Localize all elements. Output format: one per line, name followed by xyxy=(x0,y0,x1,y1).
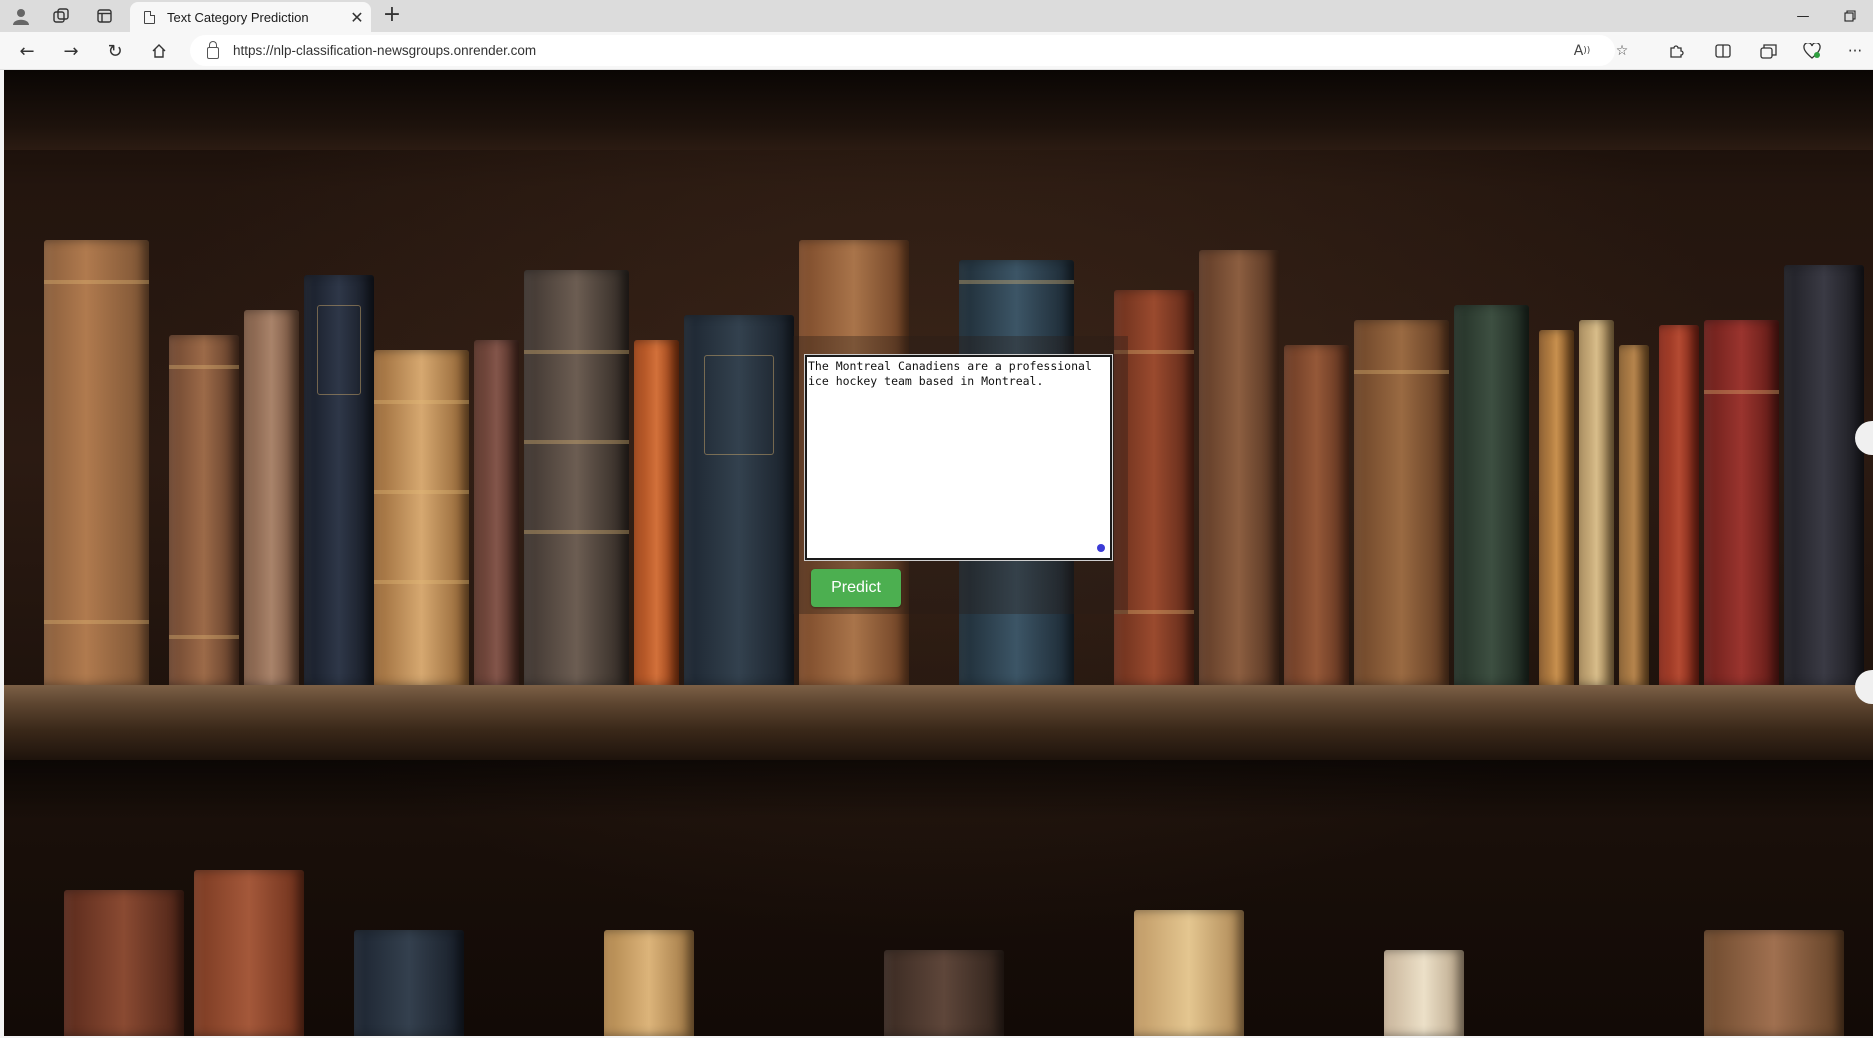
refresh-icon[interactable]: ↻ xyxy=(99,36,131,66)
home-icon[interactable] xyxy=(143,36,175,66)
star-icon[interactable]: ☆ xyxy=(1607,35,1637,66)
address-bar[interactable]: https://nlp-classification-newsgroups.on… xyxy=(190,35,1615,66)
heart-pulse-icon[interactable] xyxy=(1795,36,1829,66)
restore-icon[interactable] xyxy=(1827,0,1873,32)
tab-title: Text Category Prediction xyxy=(167,9,309,25)
predict-button[interactable]: Predict xyxy=(811,569,901,607)
back-arrow-icon[interactable]: ← xyxy=(11,36,43,66)
text-input[interactable] xyxy=(804,354,1113,561)
close-icon[interactable]: ✕ xyxy=(343,8,371,27)
url-text[interactable]: https://nlp-classification-newsgroups.on… xyxy=(233,43,536,58)
active-tab[interactable]: Text Category Prediction ✕ xyxy=(130,2,371,32)
collections-icon[interactable] xyxy=(1751,36,1785,66)
page-icon xyxy=(144,10,155,24)
textarea-resize-handle[interactable] xyxy=(1097,544,1105,552)
profile-icon[interactable] xyxy=(5,5,37,27)
extensions-icon[interactable] xyxy=(1659,36,1693,66)
browser-toolbar: ← → ↻ https://nlp-classification-newsgro… xyxy=(0,32,1873,70)
tab-bar: Text Category Prediction ✕ + — xyxy=(0,0,1873,32)
workspaces-icon[interactable] xyxy=(45,5,77,27)
forward-arrow-icon[interactable]: → xyxy=(55,36,87,66)
minimize-icon[interactable]: — xyxy=(1780,0,1826,32)
vertical-tabs-icon[interactable] xyxy=(88,5,120,27)
lock-icon[interactable] xyxy=(207,40,219,59)
ellipsis-icon[interactable]: ··· xyxy=(1838,36,1872,66)
split-screen-icon[interactable] xyxy=(1706,36,1740,66)
plus-icon[interactable]: + xyxy=(378,4,406,28)
read-aloud-icon[interactable]: A)) xyxy=(1567,35,1597,66)
